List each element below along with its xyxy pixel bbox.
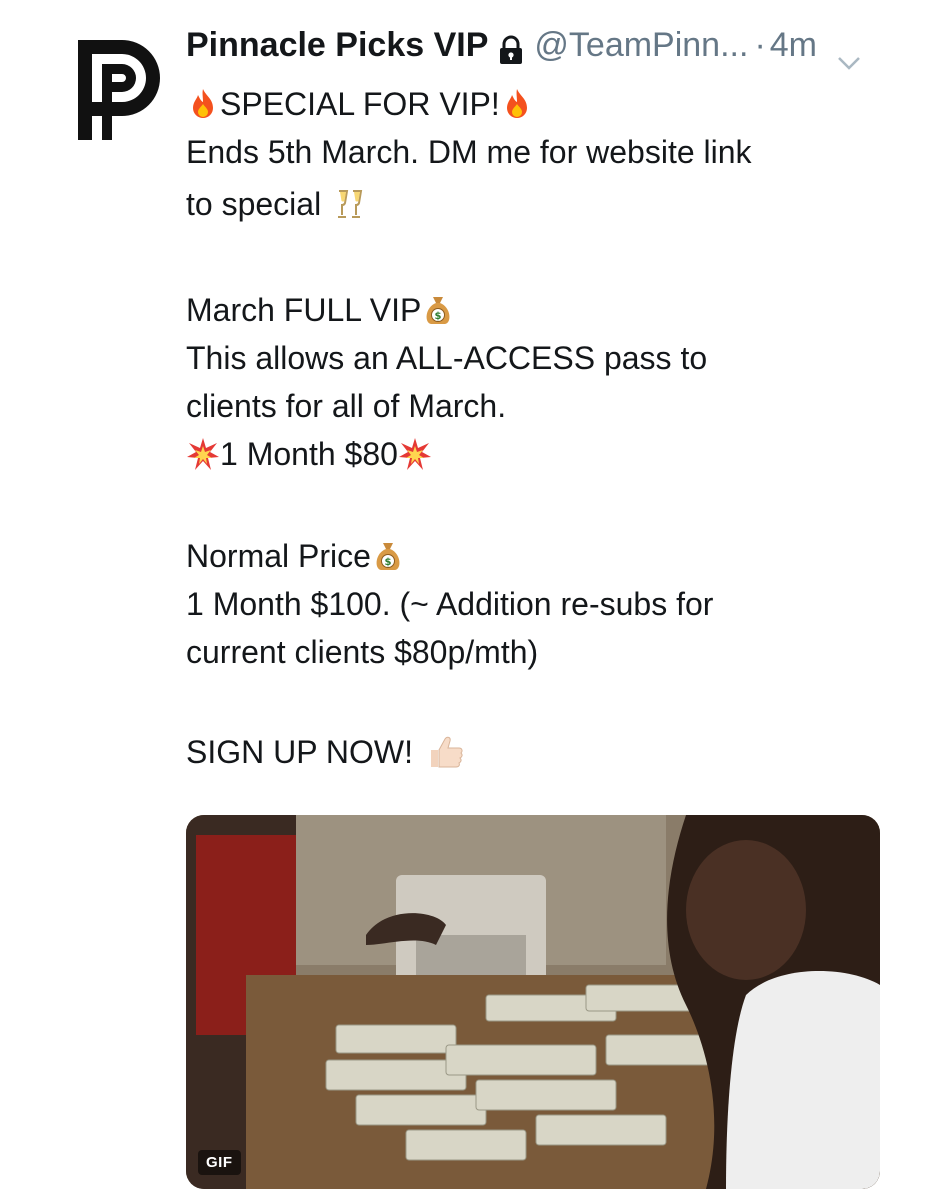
- text-line: clients for all of March.: [186, 382, 886, 430]
- lock-icon: [498, 31, 524, 64]
- money-bag-icon: $: [371, 539, 405, 573]
- avatar[interactable]: [78, 40, 160, 140]
- fire-icon: [500, 87, 534, 121]
- text-content: to special: [186, 186, 322, 222]
- call-to-action: SIGN UP NOW!: [186, 734, 413, 770]
- separator-dot: ·: [754, 26, 766, 64]
- text-line: This allows an ALL-ACCESS pass to: [186, 334, 886, 382]
- text-content: March FULL VIP: [186, 292, 422, 328]
- text-content: current clients $80p/mth): [186, 634, 539, 670]
- tweet: Pinnacle Picks VIP @TeamPinn... · 4m SPE…: [0, 0, 926, 1200]
- fire-icon: [186, 87, 220, 121]
- collision-icon: [398, 437, 432, 471]
- money-bag-icon: $: [421, 293, 455, 327]
- text-line: to special: [186, 176, 886, 232]
- chevron-down-icon[interactable]: [837, 37, 861, 70]
- text-line: SPECIAL FOR VIP!: [186, 80, 886, 128]
- text-content: This allows an ALL-ACCESS pass to: [186, 340, 708, 376]
- gif-preview-image: [186, 815, 880, 1189]
- svg-text:$: $: [435, 311, 442, 322]
- text-line: Ends 5th March. DM me for website link: [186, 128, 886, 176]
- pinnacle-logo-icon: [78, 40, 160, 140]
- collision-icon: [186, 437, 220, 471]
- text-line: March FULL VIP $: [186, 286, 886, 334]
- svg-text:$: $: [384, 557, 391, 568]
- timestamp[interactable]: 4m: [770, 22, 817, 68]
- text-line: Normal Price $: [186, 532, 886, 580]
- gif-media[interactable]: GIF: [186, 815, 880, 1189]
- text-line: 1 Month $80: [186, 430, 886, 478]
- vip-price: 1 Month $80: [220, 436, 398, 472]
- text-content: Ends 5th March. DM me for website link: [186, 134, 752, 170]
- thumbs-up-icon: [427, 733, 465, 771]
- tweet-text: SPECIAL FOR VIP! Ends 5th March. DM me f…: [186, 80, 886, 776]
- text-line: SIGN UP NOW!: [186, 728, 886, 776]
- display-name[interactable]: Pinnacle Picks VIP: [186, 22, 488, 68]
- text-content: clients for all of March.: [186, 388, 507, 424]
- special-heading: SPECIAL FOR VIP!: [220, 86, 500, 122]
- user-handle[interactable]: @TeamPinn...: [534, 22, 748, 68]
- clinking-glasses-icon: [333, 187, 367, 221]
- text-content: 1 Month $100. (~ Addition re-subs for: [186, 586, 714, 622]
- text-line: 1 Month $100. (~ Addition re-subs for: [186, 580, 886, 628]
- text-content: Normal Price: [186, 538, 371, 574]
- gif-badge: GIF: [198, 1150, 241, 1175]
- text-line: current clients $80p/mth): [186, 628, 886, 676]
- tweet-header: Pinnacle Picks VIP @TeamPinn... · 4m: [186, 22, 896, 70]
